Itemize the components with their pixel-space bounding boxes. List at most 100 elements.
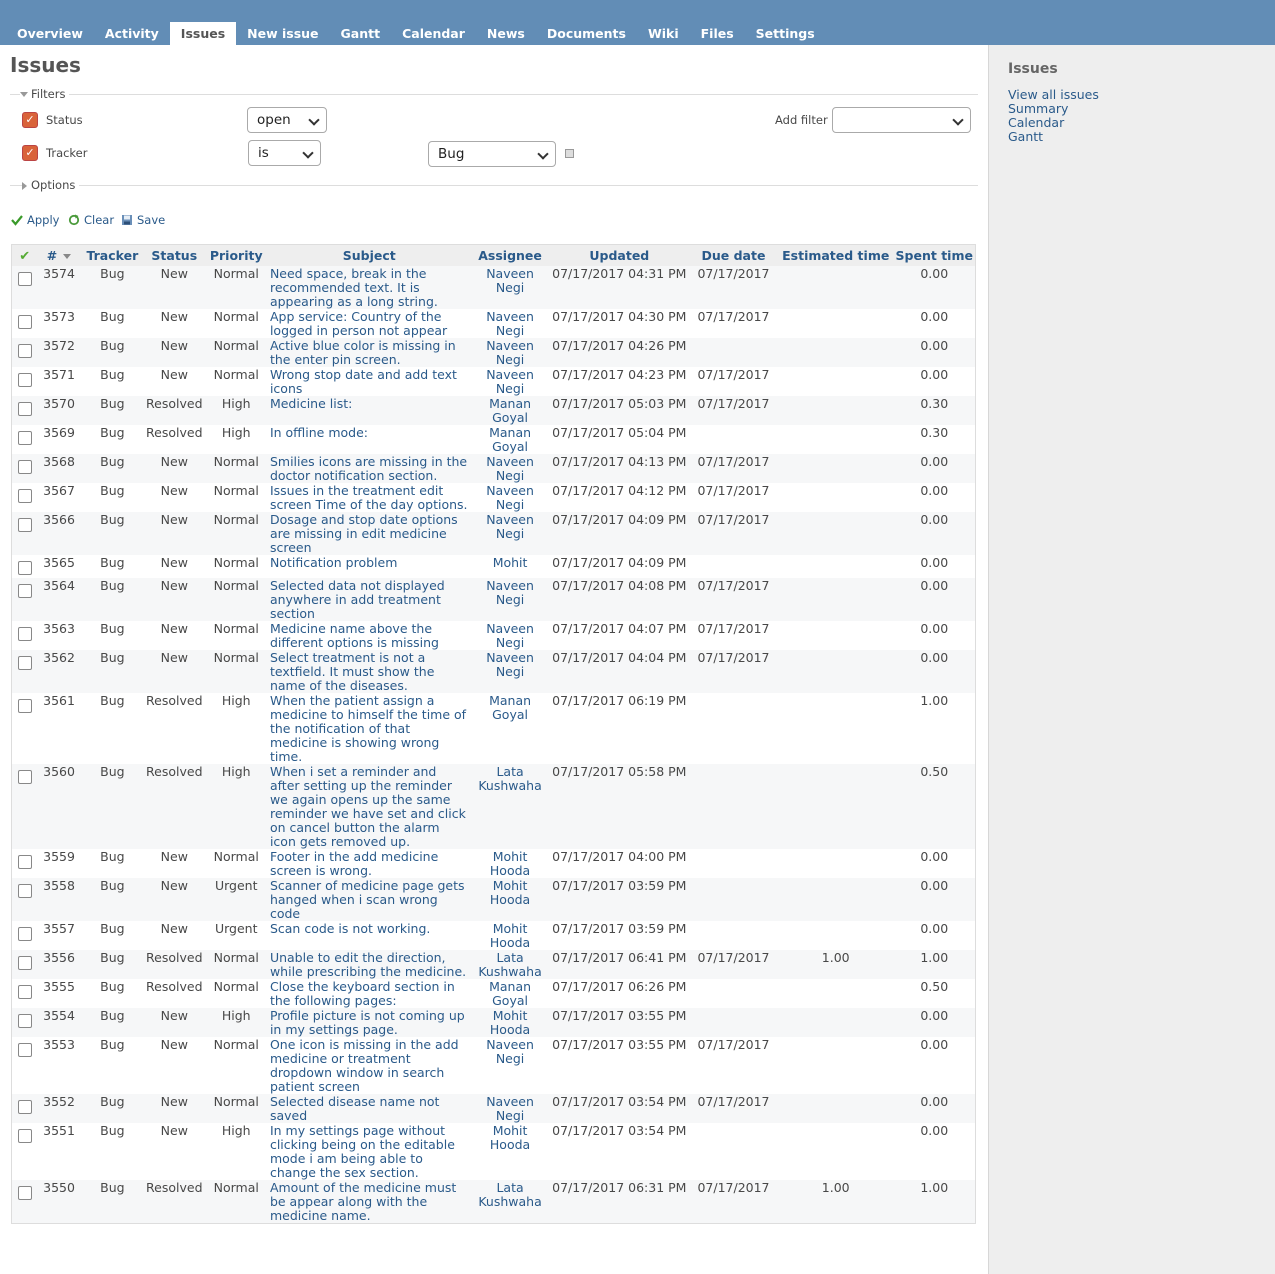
row-checkbox[interactable] <box>17 272 32 286</box>
issue-subject-link[interactable]: Wrong stop date and add text icons <box>267 367 471 396</box>
issue-subject-link[interactable]: Amount of the medicine must be appear al… <box>267 1180 471 1224</box>
sidebar-link-gantt[interactable]: Gantt <box>1008 130 1099 144</box>
toggle-all-checkbox[interactable]: ✔ <box>11 244 38 266</box>
issue-subject-link[interactable]: Medicine name above the different option… <box>267 621 471 650</box>
row-checkbox[interactable] <box>17 1043 32 1057</box>
issue-subject-link[interactable]: Select treatment is not a textfield. It … <box>267 650 471 693</box>
row-checkbox[interactable] <box>17 1129 32 1143</box>
issue-assignee-link[interactable]: Mohit Hooda <box>470 1008 550 1037</box>
row-checkbox[interactable] <box>17 927 32 941</box>
table-row[interactable]: 3574 Bug New Normal Need space, break in the… <box>11 266 976 309</box>
row-checkbox[interactable] <box>17 699 32 713</box>
column-header-spent-time[interactable]: Spent time <box>893 244 976 266</box>
issue-id-link[interactable]: 3552 <box>37 1094 81 1123</box>
issue-subject-link[interactable]: Selected disease name not saved <box>267 1094 471 1123</box>
issue-id-link[interactable]: 3573 <box>37 309 81 338</box>
table-row[interactable]: 3553 Bug New Normal One icon is missing in t… <box>11 1037 976 1094</box>
issue-id-link[interactable]: 3559 <box>37 849 81 878</box>
issue-subject-link[interactable]: In offline mode: <box>267 425 471 454</box>
row-checkbox[interactable] <box>17 1100 32 1114</box>
issue-id-link[interactable]: 3564 <box>37 578 81 621</box>
issue-subject-link[interactable]: Issues in the treatment edit screen Time… <box>267 483 471 512</box>
column-header-tracker[interactable]: Tracker <box>80 244 145 266</box>
issue-assignee-link[interactable]: Manan Goyal <box>470 425 550 454</box>
issue-assignee-link[interactable]: Mohit <box>470 555 550 578</box>
issue-subject-link[interactable]: In my settings page without clicking bei… <box>267 1123 471 1180</box>
issue-id-link[interactable]: 3555 <box>37 979 81 1008</box>
issue-assignee-link[interactable]: Naveen Negi <box>470 454 550 483</box>
sidebar-link-summary[interactable]: Summary <box>1008 102 1099 116</box>
add-filter-select[interactable] <box>832 107 971 133</box>
issue-subject-link[interactable]: Dosage and stop date options are missing… <box>267 512 471 555</box>
issue-subject-link[interactable]: Need space, break in the recommended tex… <box>267 266 471 309</box>
issue-id-link[interactable]: 3568 <box>37 454 81 483</box>
issue-assignee-link[interactable]: Naveen Negi <box>470 512 550 555</box>
issue-assignee-link[interactable]: Naveen Negi <box>470 367 550 396</box>
issue-subject-link[interactable]: One icon is missing in the add medicine … <box>267 1037 471 1094</box>
issue-id-link[interactable]: 3570 <box>37 396 81 425</box>
clear-button[interactable]: Clear <box>68 213 114 227</box>
row-checkbox[interactable] <box>17 561 32 575</box>
tab-wiki[interactable]: Wiki <box>637 22 690 45</box>
table-row[interactable]: 3566 Bug New Normal Dosage and stop date opt… <box>11 512 976 555</box>
row-checkbox[interactable] <box>17 985 32 999</box>
table-row[interactable]: 3563 Bug New Normal Medicine name above the … <box>11 621 976 650</box>
tab-activity[interactable]: Activity <box>94 22 170 45</box>
row-checkbox[interactable] <box>17 489 32 503</box>
row-checkbox[interactable] <box>17 373 32 387</box>
tab-files[interactable]: Files <box>690 22 745 45</box>
issue-assignee-link[interactable]: Naveen Negi <box>470 1094 550 1123</box>
issue-assignee-link[interactable]: Mohit Hooda <box>470 921 550 950</box>
issue-assignee-link[interactable]: Naveen Negi <box>470 650 550 693</box>
row-checkbox[interactable] <box>17 1186 32 1200</box>
issue-id-link[interactable]: 3556 <box>37 950 81 979</box>
filters-legend[interactable]: Filters <box>20 87 70 101</box>
column-header-priority[interactable]: Priority <box>204 244 268 266</box>
issue-id-link[interactable]: 3561 <box>37 693 81 764</box>
issue-id-link[interactable]: 3565 <box>37 555 81 578</box>
row-checkbox[interactable] <box>17 402 32 416</box>
issue-assignee-link[interactable]: Mohit Hooda <box>470 1123 550 1180</box>
table-row[interactable]: 3558 Bug New Urgent Scanner of medicine page… <box>11 878 976 921</box>
issue-id-link[interactable]: 3566 <box>37 512 81 555</box>
issue-assignee-link[interactable]: Naveen Negi <box>470 309 550 338</box>
tab-settings[interactable]: Settings <box>745 22 826 45</box>
row-checkbox[interactable] <box>17 956 32 970</box>
table-row[interactable]: 3569 Bug Resolved High In offline mode: Manan… <box>11 425 976 454</box>
table-row[interactable]: 3551 Bug New High In my settings page withou… <box>11 1123 976 1180</box>
issue-id-link[interactable]: 3574 <box>37 266 81 309</box>
issue-id-link[interactable]: 3554 <box>37 1008 81 1037</box>
table-row[interactable]: 3564 Bug New Normal Selected data not displa… <box>11 578 976 621</box>
issue-id-link[interactable]: 3567 <box>37 483 81 512</box>
table-row[interactable]: 3554 Bug New High Profile picture is not com… <box>11 1008 976 1037</box>
row-checkbox[interactable] <box>17 627 32 641</box>
status-operator-select[interactable]: open <box>247 107 327 133</box>
issue-subject-link[interactable]: Active blue color is missing in the ente… <box>267 338 471 367</box>
table-row[interactable]: 3567 Bug New Normal Issues in the treatment … <box>11 483 976 512</box>
issue-id-link[interactable]: 3571 <box>37 367 81 396</box>
issue-subject-link[interactable]: Selected data not displayed anywhere in … <box>267 578 471 621</box>
tab-new-issue[interactable]: New issue <box>236 22 329 45</box>
issue-id-link[interactable]: 3562 <box>37 650 81 693</box>
table-row[interactable]: 3572 Bug New Normal Active blue color is mis… <box>11 338 976 367</box>
issue-id-link[interactable]: 3551 <box>37 1123 81 1180</box>
issue-assignee-link[interactable]: Mohit Hooda <box>470 849 550 878</box>
issue-subject-link[interactable]: Notification problem <box>267 555 471 578</box>
column-header-status[interactable]: Status <box>144 244 205 266</box>
column-header-assignee[interactable]: Assignee <box>470 244 550 266</box>
issue-subject-link[interactable]: When the patient assign a medicine to hi… <box>267 693 471 764</box>
table-row[interactable]: 3552 Bug New Normal Selected disease name no… <box>11 1094 976 1123</box>
options-legend[interactable]: Options <box>22 178 80 192</box>
row-checkbox[interactable] <box>17 315 32 329</box>
issue-assignee-link[interactable]: Lata Kushwaha <box>470 950 550 979</box>
table-row[interactable]: 3571 Bug New Normal Wrong stop date and add … <box>11 367 976 396</box>
issue-subject-link[interactable]: Profile picture is not coming up in my s… <box>267 1008 471 1037</box>
issue-subject-link[interactable]: App service: Country of the logged in pe… <box>267 309 471 338</box>
issue-assignee-link[interactable]: Naveen Negi <box>470 483 550 512</box>
issue-subject-link[interactable]: Scan code is not working. <box>267 921 471 950</box>
apply-button[interactable]: Apply <box>11 213 59 227</box>
tab-documents[interactable]: Documents <box>536 22 637 45</box>
row-checkbox[interactable] <box>17 1014 32 1028</box>
issue-subject-link[interactable]: When i set a reminder and after setting … <box>267 764 471 849</box>
row-checkbox[interactable] <box>17 855 32 869</box>
